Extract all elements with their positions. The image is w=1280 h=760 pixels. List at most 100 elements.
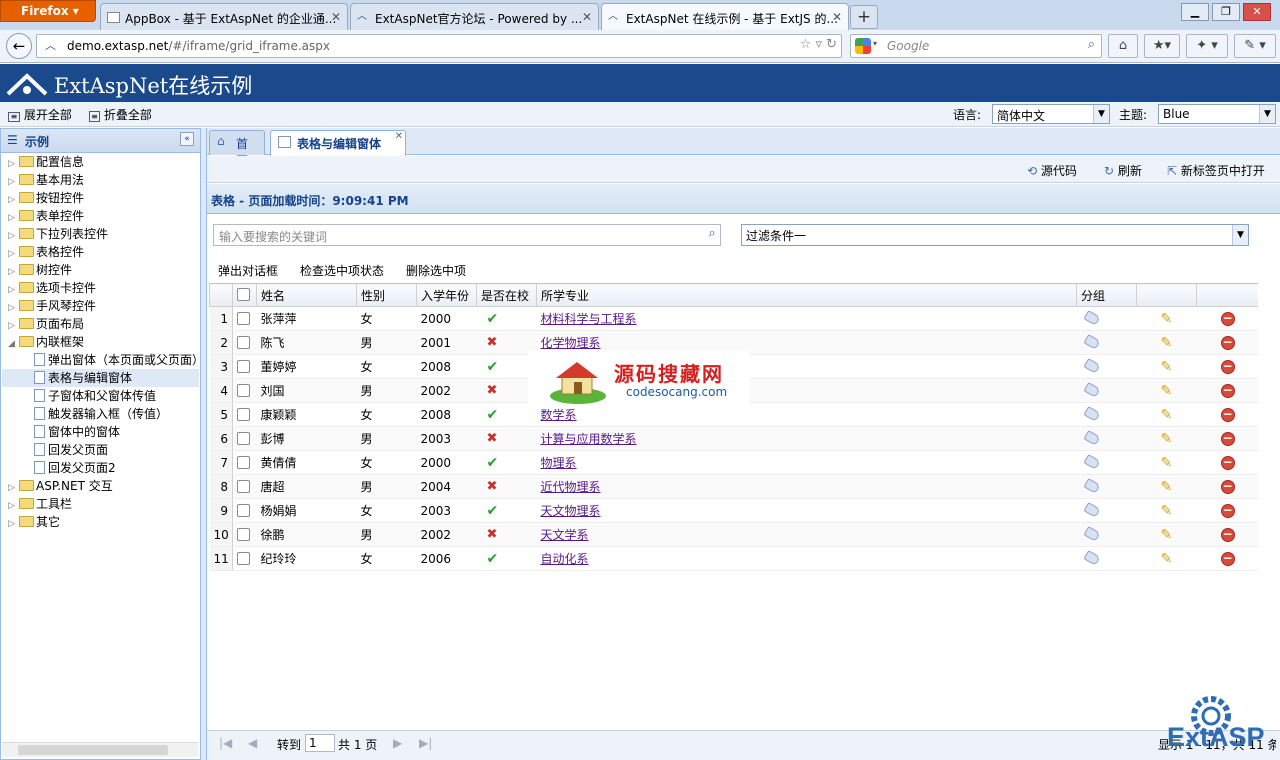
row-checkbox[interactable]	[237, 455, 250, 469]
delete-cell[interactable]: −	[1196, 498, 1259, 523]
tab-home[interactable]: ⌂ 首页	[209, 130, 265, 168]
sidebar-item[interactable]: ▷ 树控件	[2, 261, 199, 279]
row-select-cell[interactable]	[232, 546, 257, 571]
delete-cell[interactable]: −	[1196, 522, 1259, 547]
row-select-cell[interactable]	[232, 426, 257, 451]
sidebar-item[interactable]: ▷ 表格控件	[2, 243, 199, 261]
collapsed-arrow-icon[interactable]: ▷	[8, 515, 19, 531]
back-button[interactable]: ←	[6, 33, 32, 59]
edit-cell[interactable]: ✎	[1136, 522, 1197, 547]
open-new-tab-button[interactable]: ⇱ 新标签页中打开	[1167, 162, 1265, 179]
major-cell[interactable]: 物理系	[536, 450, 1077, 475]
sidebar-item[interactable]: ▷ 按钮控件	[2, 189, 199, 207]
sidebar-item[interactable]: ▷ 表单控件	[2, 207, 199, 225]
collapsed-arrow-icon[interactable]: ▷	[8, 317, 19, 333]
sidebar-item[interactable]: ▷ 下拉列表控件	[2, 225, 199, 243]
pencil-icon[interactable]: ✎	[1161, 479, 1173, 495]
source-code-button[interactable]: ⟲ 源代码	[1027, 162, 1077, 179]
edit-cell[interactable]: ✎	[1136, 474, 1197, 499]
major-link[interactable]: 天文学系	[541, 528, 589, 542]
row-select-cell[interactable]	[232, 522, 257, 547]
next-page-icon[interactable]: ▶	[393, 736, 402, 750]
sidebar-item[interactable]: 回发父页面2	[2, 459, 199, 477]
sidebar-item[interactable]: ▷ 页面布局	[2, 315, 199, 333]
chevron-down-icon[interactable]: ▼	[1093, 105, 1109, 123]
major-cell[interactable]: 自动化系	[536, 546, 1077, 571]
table-row[interactable]: 6 彭博男 2003 ✖ 计算与应用数学系 ✎ −	[209, 426, 1259, 451]
table-row[interactable]: 7 黄倩倩女 2000 ✔ 物理系 ✎ −	[209, 450, 1259, 475]
delete-cell[interactable]: −	[1196, 402, 1259, 427]
sidebar-item[interactable]: 触发器输入框（传值）	[2, 405, 199, 423]
major-link[interactable]: 计算与应用数学系	[541, 432, 637, 446]
addon-icon[interactable]: ✦ ▾	[1186, 34, 1228, 58]
collapsed-arrow-icon[interactable]: ▷	[8, 497, 19, 513]
row-select-cell[interactable]	[232, 402, 257, 427]
delete-cell[interactable]: −	[1196, 306, 1259, 331]
collapsed-arrow-icon[interactable]: ▷	[8, 227, 19, 243]
edit-cell[interactable]: ✎	[1136, 330, 1197, 355]
sidebar-item[interactable]: ▷ 工具栏	[2, 495, 199, 513]
table-row[interactable]: 11 纪玲玲女 2006 ✔ 自动化系 ✎ −	[209, 546, 1259, 571]
row-select-cell[interactable]	[232, 450, 257, 475]
delete-icon[interactable]: −	[1220, 384, 1235, 398]
major-link[interactable]: 物理系	[541, 456, 577, 470]
table-row[interactable]: 1 张萍萍女 2000 ✔ 材料科学与工程系 ✎ −	[209, 306, 1259, 331]
sidebar-item[interactable]: ◢ 内联框架	[2, 333, 199, 351]
close-icon[interactable]: ✕	[395, 131, 403, 142]
delete-selected-button[interactable]: 删除选中项	[406, 262, 466, 279]
edit-cell[interactable]: ✎	[1136, 426, 1197, 451]
select-all-checkbox[interactable]	[237, 288, 250, 301]
close-icon[interactable]: ✕	[832, 10, 842, 24]
sidebar-item[interactable]: 表格与编辑窗体	[2, 369, 199, 387]
major-link[interactable]: 近代物理系	[541, 480, 601, 494]
row-checkbox[interactable]	[237, 503, 250, 517]
previous-page-icon[interactable]: ◀	[248, 736, 257, 750]
site-identity-icon[interactable]: ︿	[45, 37, 56, 53]
pencil-icon[interactable]: ✎	[1161, 551, 1173, 567]
column-header-group[interactable]: 分组	[1076, 283, 1137, 307]
row-checkbox[interactable]	[237, 431, 250, 445]
row-checkbox[interactable]	[237, 311, 250, 325]
close-icon[interactable]: ✕	[331, 10, 341, 24]
expand-all-button[interactable]: ≡ 展开全部	[8, 106, 72, 123]
edit-cell[interactable]: ✎	[1136, 546, 1197, 571]
delete-icon[interactable]: −	[1220, 408, 1235, 422]
sidebar-item[interactable]: ▷ 手风琴控件	[2, 297, 199, 315]
address-bar[interactable]: ︿ demo.extasp.net/#/iframe/grid_iframe.a…	[36, 34, 842, 58]
refresh-button[interactable]: ↻ 刷新	[1104, 162, 1142, 179]
collapsed-arrow-icon[interactable]: ▷	[8, 209, 19, 225]
chevron-down-icon[interactable]: ▾	[873, 39, 877, 48]
sidebar-item[interactable]: ▷ ASP.NET 交互	[2, 477, 199, 495]
collapsed-arrow-icon[interactable]: ▷	[8, 479, 19, 495]
major-cell[interactable]: 天文学系	[536, 522, 1077, 547]
pencil-icon[interactable]: ✎	[1161, 527, 1173, 543]
row-select-cell[interactable]	[232, 330, 257, 355]
row-select-cell[interactable]	[232, 306, 257, 331]
delete-icon[interactable]: −	[1220, 528, 1235, 542]
column-header-at-school[interactable]: 是否在校	[476, 283, 537, 307]
collapsed-arrow-icon[interactable]: ▷	[8, 299, 19, 315]
row-checkbox[interactable]	[237, 383, 250, 397]
row-checkbox[interactable]	[237, 407, 250, 421]
browser-tab-demo[interactable]: ︿ ExtAspNet 在线示例 - 基于 ExtJS 的... ✕	[601, 3, 849, 30]
row-select-cell[interactable]	[232, 354, 257, 379]
close-icon[interactable]: ✕	[582, 10, 592, 24]
maximize-button[interactable]: ❐	[1212, 3, 1240, 21]
table-row[interactable]: 8 唐超男 2004 ✖ 近代物理系 ✎ −	[209, 474, 1259, 499]
delete-icon[interactable]: −	[1220, 360, 1235, 374]
sidebar-item[interactable]: 子窗体和父窗体传值	[2, 387, 199, 405]
collapsed-arrow-icon[interactable]: ▷	[8, 245, 19, 261]
browser-tab-forum[interactable]: ︿ ExtAspNet官方论坛 - Powered by ... ✕	[350, 3, 599, 30]
language-select[interactable]: 简体中文 ▼	[992, 104, 1110, 124]
bookmark-star-icon[interactable]: ☆ ▿ ↻	[800, 37, 837, 52]
first-page-icon[interactable]: |◀	[219, 736, 232, 750]
close-window-button[interactable]: ✕	[1243, 3, 1271, 21]
pencil-icon[interactable]: ✎	[1161, 407, 1173, 423]
row-checkbox[interactable]	[237, 335, 250, 349]
page-number-input[interactable]: 1	[305, 734, 335, 752]
collapsed-arrow-icon[interactable]: ▷	[8, 173, 19, 189]
filter-select[interactable]: 过滤条件一 ▼	[741, 224, 1249, 246]
tab-grid-edit[interactable]: 表格与编辑窗体 ✕	[270, 130, 406, 156]
delete-cell[interactable]: −	[1196, 474, 1259, 499]
row-checkbox[interactable]	[237, 551, 250, 565]
